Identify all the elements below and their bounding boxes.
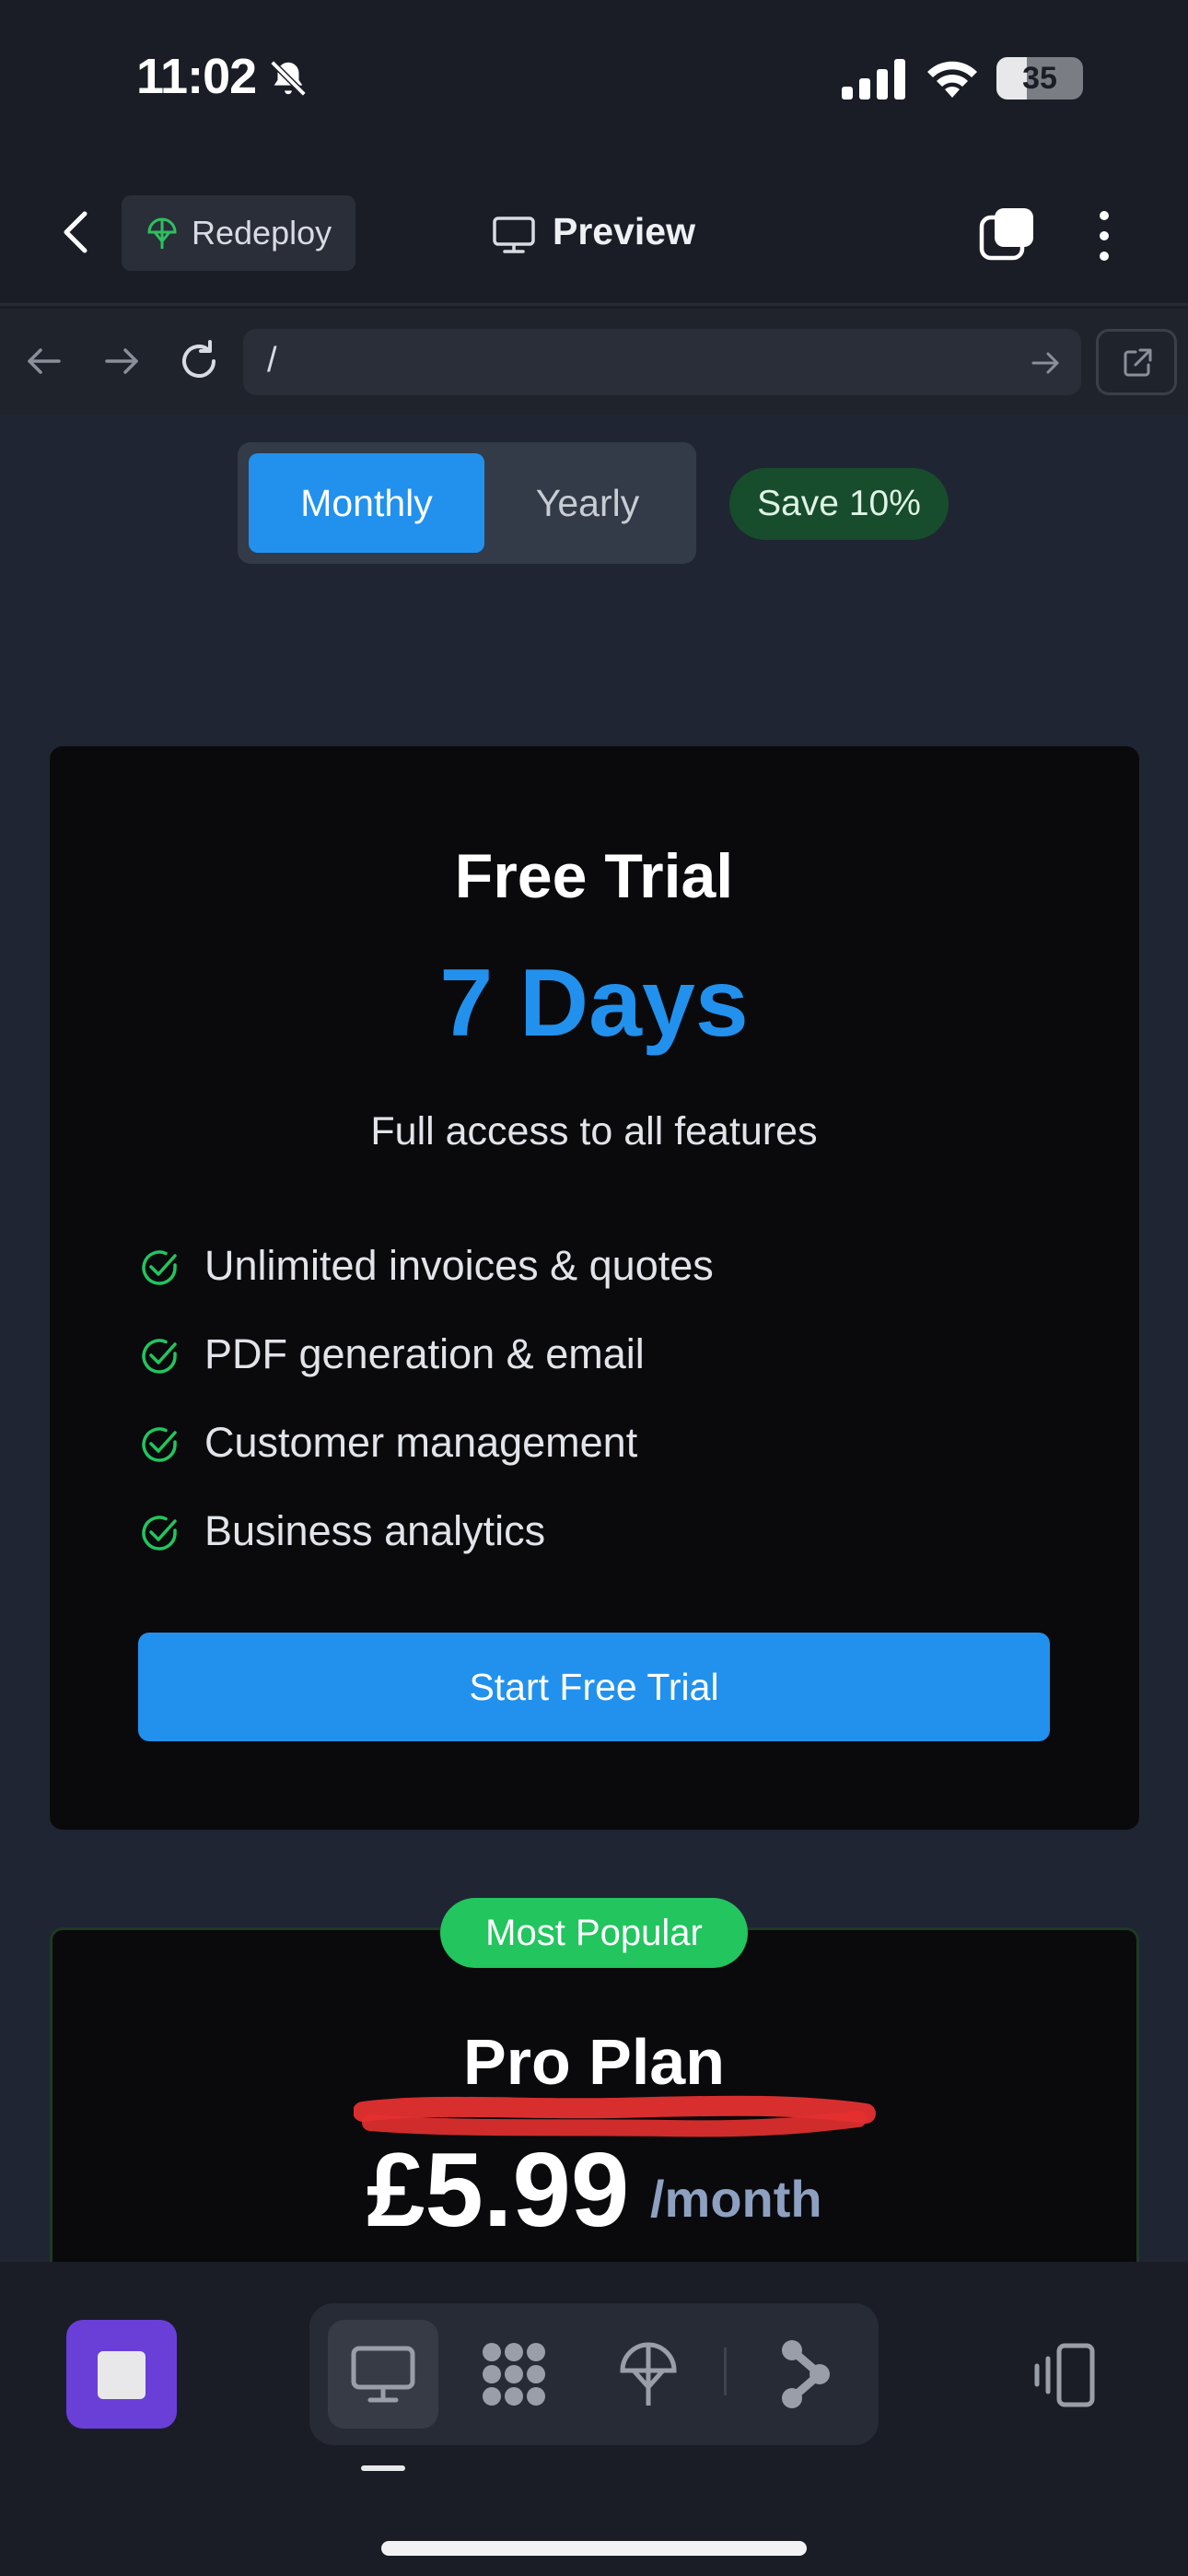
save-badge: Save 10% bbox=[729, 468, 949, 540]
grid-icon[interactable] bbox=[477, 2337, 551, 2411]
active-mode-indicator bbox=[361, 2465, 405, 2471]
device-rotate-icon[interactable] bbox=[1028, 2338, 1101, 2412]
arrow-left-icon[interactable] bbox=[24, 341, 64, 381]
check-circle-icon bbox=[142, 1516, 177, 1551]
arrow-right-icon[interactable] bbox=[101, 341, 142, 381]
page-title: Preview bbox=[553, 210, 695, 252]
tree-icon bbox=[147, 217, 177, 249]
most-popular-badge: Most Popular bbox=[440, 1898, 748, 1968]
trial-title: Free Trial bbox=[454, 841, 734, 911]
monitor-icon[interactable] bbox=[346, 2337, 420, 2411]
bell-slash-icon bbox=[270, 60, 307, 97]
more-vertical-icon[interactable] bbox=[1090, 208, 1118, 263]
feature-item: Unlimited invoices & quotes bbox=[204, 1242, 714, 1289]
check-circle-icon bbox=[142, 1339, 177, 1374]
pro-period: /month bbox=[650, 2170, 822, 2228]
tabs-icon[interactable] bbox=[978, 205, 1037, 263]
stop-button[interactable] bbox=[66, 2320, 177, 2429]
start-free-trial-button[interactable]: Start Free Trial bbox=[138, 1633, 1050, 1741]
toggle-monthly[interactable]: Monthly bbox=[249, 453, 484, 553]
url-text: / bbox=[267, 341, 277, 380]
battery-indicator: 35 bbox=[996, 57, 1083, 100]
feature-item: Business analytics bbox=[204, 1507, 546, 1554]
check-circle-icon bbox=[142, 1250, 177, 1285]
stop-icon bbox=[98, 2351, 146, 2399]
external-link-icon bbox=[1124, 348, 1152, 377]
pro-price: £5.99 bbox=[367, 2132, 630, 2249]
trial-subtitle: Full access to all features bbox=[370, 1109, 818, 1153]
back-button[interactable] bbox=[53, 205, 99, 260]
open-external-button[interactable] bbox=[1096, 329, 1177, 395]
monitor-icon bbox=[493, 217, 535, 253]
check-circle-icon bbox=[142, 1427, 177, 1462]
wifi-icon bbox=[927, 61, 977, 98]
status-time: 11:02 bbox=[136, 49, 257, 104]
mode-divider bbox=[724, 2348, 727, 2395]
reload-icon[interactable] bbox=[177, 339, 221, 383]
go-arrow-icon[interactable] bbox=[1030, 346, 1063, 380]
toggle-yearly[interactable]: Yearly bbox=[488, 453, 687, 553]
battery-tip bbox=[1077, 70, 1083, 87]
url-field[interactable] bbox=[243, 329, 1081, 395]
feature-item: Customer management bbox=[204, 1419, 638, 1466]
share-icon[interactable] bbox=[768, 2337, 842, 2411]
home-indicator bbox=[381, 2541, 807, 2556]
tree-icon[interactable] bbox=[611, 2337, 685, 2411]
feature-item: PDF generation & email bbox=[204, 1330, 645, 1377]
redeploy-label: Redeploy bbox=[192, 214, 332, 252]
signal-icon bbox=[842, 59, 905, 100]
trial-duration: 7 Days bbox=[439, 950, 749, 1057]
